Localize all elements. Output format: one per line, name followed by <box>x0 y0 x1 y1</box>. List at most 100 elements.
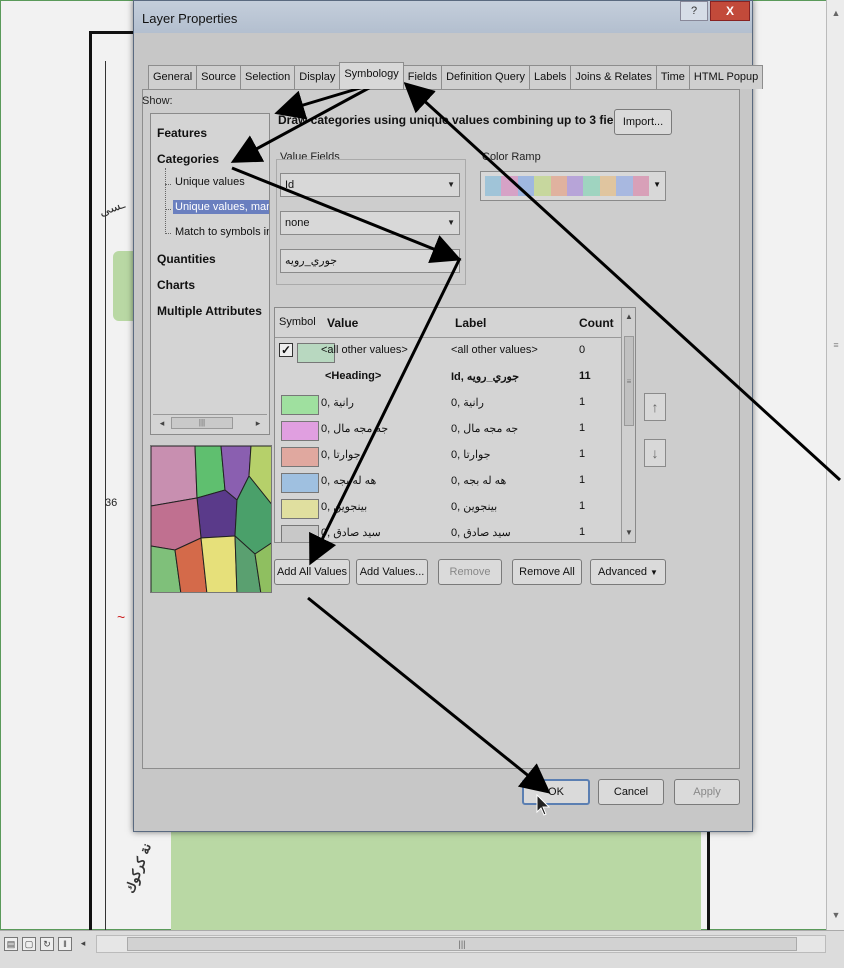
symbol-swatch[interactable] <box>281 525 319 542</box>
label-cell: Id, جوري_رويه <box>451 371 519 383</box>
table-vertical-scrollbar[interactable]: ▲ ≡ ▼ <box>621 308 635 542</box>
table-row[interactable]: 0, رانية 0, رانية 1 <box>275 392 621 418</box>
value-cell: <all other values> <box>321 344 408 356</box>
tab-joins-relates[interactable]: Joins & Relates <box>570 65 657 89</box>
scroll-down-icon[interactable]: ▼ <box>827 906 844 924</box>
add-all-values-button[interactable]: Add All Values <box>274 559 350 585</box>
label-cell: 0, جوارتا <box>451 449 491 461</box>
scroll-left-icon[interactable]: ◂ <box>76 937 90 951</box>
move-up-button[interactable]: ↑ <box>644 393 666 421</box>
color-ramp-select[interactable]: ▼ <box>480 171 666 201</box>
table-row[interactable]: 0, هه له بجه 0, هه له بجه 1 <box>275 470 621 496</box>
scroll-thumb[interactable]: ≡ <box>624 336 634 426</box>
value-cell: 0, بينجوين <box>321 501 368 513</box>
table-row[interactable]: <Heading> Id, جوري_رويه 11 <box>275 366 621 392</box>
count-cell: 1 <box>579 396 586 408</box>
scroll-right-icon[interactable]: ▸ <box>251 416 265 430</box>
scroll-down-icon[interactable]: ▼ <box>622 528 635 537</box>
tree-item-multiple-attributes[interactable]: Multiple Attributes <box>157 304 262 318</box>
tab-display[interactable]: Display <box>294 65 341 89</box>
chevron-down-icon: ▼ <box>447 218 455 227</box>
pause-icon[interactable]: ǁ <box>58 937 72 951</box>
tree-item-quantities[interactable]: Quantities <box>157 252 216 266</box>
column-header-symbol[interactable]: Symbol <box>279 316 316 328</box>
tree-item-charts[interactable]: Charts <box>157 278 195 292</box>
tab-symbology[interactable]: Symbology <box>339 62 404 89</box>
value-field-2-select[interactable]: none ▼ <box>280 211 460 235</box>
column-header-count[interactable]: Count <box>579 316 614 330</box>
ramp-color-swatch <box>534 176 551 196</box>
count-cell: 1 <box>579 422 586 434</box>
symbol-swatch[interactable] <box>281 473 319 493</box>
ramp-color-swatch <box>632 176 650 196</box>
scroll-left-icon[interactable]: ◂ <box>155 416 169 430</box>
column-header-value[interactable]: Value <box>327 316 358 330</box>
table-row[interactable]: 0, بينجوين 0, بينجوين 1 <box>275 496 621 522</box>
scroll-thumb[interactable]: ||| <box>127 937 797 951</box>
value-cell: 0, سيد صادق <box>321 527 381 539</box>
scroll-up-icon[interactable]: ▲ <box>622 312 635 321</box>
move-down-button[interactable]: ↓ <box>644 439 666 467</box>
refresh-icon[interactable]: ↻ <box>40 937 54 951</box>
symbol-swatch[interactable] <box>281 447 319 467</box>
table-row[interactable]: 0, جه مجه مال 0, جه مجه مال 1 <box>275 418 621 444</box>
value-field-3-select[interactable]: جوري_رويه <box>280 249 460 273</box>
cancel-button[interactable]: Cancel <box>598 779 664 805</box>
value-cell: 0, جه مجه مال <box>321 423 389 435</box>
tree-item-match-to-symbols[interactable]: Match to symbols in a <box>175 226 269 238</box>
column-header-label[interactable]: Label <box>455 316 486 330</box>
tree-connector <box>165 184 171 185</box>
all-other-values-checkbox[interactable]: ✓ <box>279 343 293 357</box>
ramp-color-swatch <box>517 176 535 196</box>
map-vertical-scrollbar[interactable]: ▲ ≡ ▼ <box>826 0 844 930</box>
dialog-titlebar[interactable]: Layer Properties ? X <box>134 1 752 33</box>
tree-item-unique-values-many-fields[interactable]: Unique values, many <box>173 200 269 214</box>
table-row[interactable]: 0, جوارتا 0, جوارتا 1 <box>275 444 621 470</box>
tab-source[interactable]: Source <box>196 65 241 89</box>
table-header: Symbol Value Label Count <box>275 308 621 338</box>
preview-map-svg <box>151 446 271 592</box>
tab-html-popup[interactable]: HTML Popup <box>688 65 764 89</box>
tab-fields[interactable]: Fields <box>402 65 443 89</box>
tab-general[interactable]: General <box>148 65 198 89</box>
remove-button[interactable]: Remove <box>438 559 502 585</box>
ok-button[interactable]: OK <box>522 779 590 805</box>
symbol-swatch[interactable] <box>281 395 319 415</box>
remove-all-button[interactable]: Remove All <box>512 559 582 585</box>
tab-definition-query[interactable]: Definition Query <box>441 65 530 89</box>
tab-selection[interactable]: Selection <box>240 65 296 89</box>
scroll-thumb[interactable]: ||| <box>171 417 233 429</box>
apply-button[interactable]: Apply <box>674 779 740 805</box>
value-field-1-select[interactable]: Id ▼ <box>280 173 460 197</box>
map-horizontal-scrollbar[interactable]: ||| <box>96 935 826 953</box>
tab-time[interactable]: Time <box>655 65 690 89</box>
symbology-preview-image <box>150 445 272 593</box>
table-row[interactable]: ✓ <all other values> <all other values> 0 <box>275 340 621 366</box>
tree-item-features[interactable]: Features <box>157 126 207 140</box>
advanced-button[interactable]: Advanced ▼ <box>590 559 666 585</box>
tree-item-categories[interactable]: Categories <box>157 152 219 166</box>
tab-labels[interactable]: Labels <box>528 65 572 89</box>
value-field-2-value: none <box>285 217 310 229</box>
symbol-swatch[interactable] <box>281 421 319 441</box>
data-view-icon[interactable]: ▤ <box>4 937 18 951</box>
unique-values-table[interactable]: Symbol Value Label Count ✓ <all other val… <box>274 307 636 543</box>
tree-item-unique-values[interactable]: Unique values <box>175 176 245 188</box>
help-button[interactable]: ? <box>680 1 708 21</box>
scroll-grip-icon[interactable]: ≡ <box>830 340 842 370</box>
layout-view-icon[interactable]: ▢ <box>22 937 36 951</box>
color-ramp-label: Color Ramp <box>482 151 541 163</box>
count-cell: 11 <box>579 370 591 382</box>
close-button[interactable]: X <box>710 1 750 21</box>
scroll-up-icon[interactable]: ▲ <box>827 4 844 22</box>
table-row[interactable]: 0, سيد صادق 0, سيد صادق 1 <box>275 522 621 542</box>
add-values-button[interactable]: Add Values... <box>356 559 428 585</box>
tree-horizontal-scrollbar[interactable]: ◂ ||| ▸ <box>153 414 267 430</box>
renderer-type-tree: Features Categories Unique values Unique… <box>150 113 270 435</box>
status-bar: ▤ ▢ ↻ ǁ ◂ ||| <box>0 930 844 968</box>
value-cell: 0, هه له بجه <box>321 475 377 487</box>
tree-connector <box>165 233 171 234</box>
symbol-swatch[interactable] <box>281 499 319 519</box>
import-button[interactable]: Import... <box>614 109 672 135</box>
label-cell: 0, بينجوين <box>451 501 498 513</box>
